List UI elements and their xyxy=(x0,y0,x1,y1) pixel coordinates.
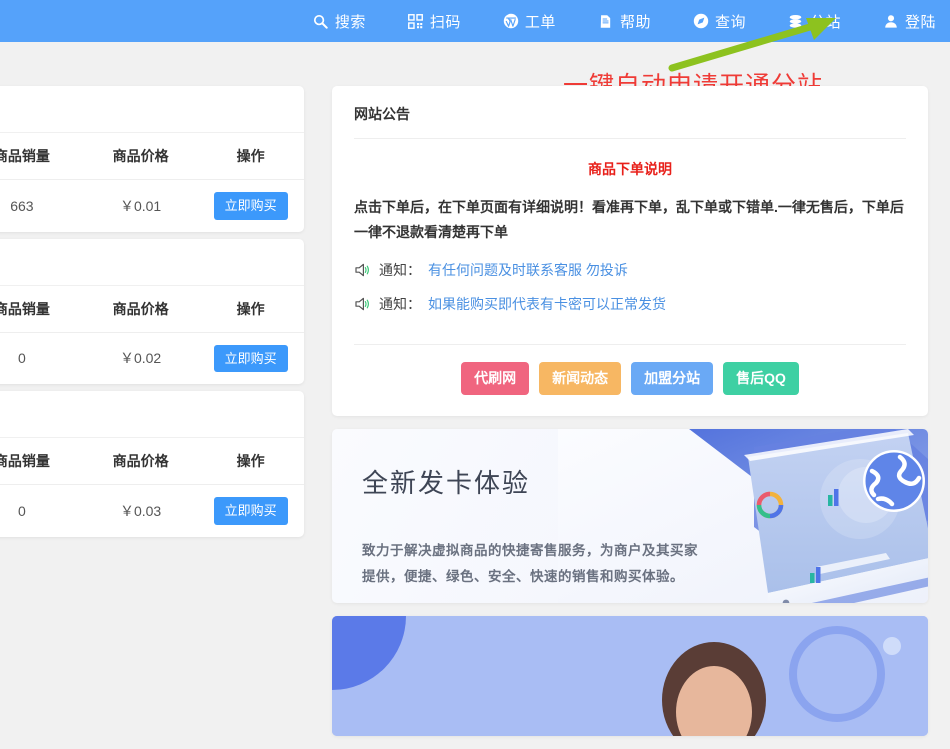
database-icon xyxy=(788,13,804,29)
cell-action: 立即购买 xyxy=(197,180,304,232)
nav-item-search[interactable]: 搜索 xyxy=(313,11,366,32)
cell-sales: 0 xyxy=(18,502,26,519)
notice-prefix: 通知： xyxy=(379,296,421,312)
column-header-sales: 商品销量 xyxy=(0,285,84,333)
table-header-row: 商品销量 商品价格 操作 xyxy=(0,438,304,486)
table-row: 0 ￥0.02 立即购买 xyxy=(0,332,304,384)
column-header-action: 操作 xyxy=(197,285,304,333)
nav-label-login: 登陆 xyxy=(904,13,936,31)
column-header-action: 操作 xyxy=(197,438,304,486)
column-header-price: 商品价格 xyxy=(83,285,198,333)
promo-banner-secondary[interactable] xyxy=(332,615,928,736)
person-illustration xyxy=(332,615,928,736)
cell-sales: 663 xyxy=(10,197,34,214)
column-header-sales: 商品销量 xyxy=(0,438,84,486)
top-navigation-bar: 搜索 扫码 工单 帮助 查询 分站 登陆 xyxy=(0,0,950,42)
table-row: 0 ￥0.03 立即购买 xyxy=(0,485,304,537)
search-icon xyxy=(313,13,329,29)
product-table: 商品销量 商品价格 操作 663 ￥0.01 立即购买 xyxy=(0,133,304,232)
compass-icon xyxy=(693,13,709,29)
column-header-price: 商品价格 xyxy=(83,133,198,180)
buy-now-button[interactable]: 立即购买 xyxy=(213,192,288,220)
nav-item-substation[interactable]: 分站 xyxy=(788,11,841,32)
product-card: 商品销量 商品价格 操作 663 ￥0.01 立即购买 xyxy=(0,86,304,232)
cell-action: 立即购买 xyxy=(197,485,304,537)
buy-now-button[interactable]: 立即购买 xyxy=(213,344,288,373)
notice-heading: 商品下单说明 xyxy=(588,161,672,177)
product-card-column: 商品销量 商品价格 操作 663 ￥0.01 立即购买 商品销量 商品价格 操作… xyxy=(0,86,304,544)
cell-price: ￥0.02 xyxy=(119,350,162,367)
nav-item-ticket[interactable]: 工单 xyxy=(503,11,556,32)
product-card: 商品销量 商品价格 操作 0 ￥0.02 立即购买 xyxy=(0,238,304,385)
nav-label-search: 搜索 xyxy=(334,13,366,31)
table-row: 663 ￥0.01 立即购买 xyxy=(0,180,304,232)
nav-label-substation: 分站 xyxy=(809,13,841,31)
product-card-header xyxy=(0,86,304,133)
column-header-sales: 商品销量 xyxy=(0,133,84,180)
banner-description-line1: 致力于解决虚拟商品的快捷寄售服务，为商户及其买家 xyxy=(362,542,698,558)
table-header-row: 商品销量 商品价格 操作 xyxy=(0,133,304,180)
banner-description-line2: 提供，便捷、绿色、安全、快速的销售和购买体验。 xyxy=(362,569,684,585)
table-header-row: 商品销量 商品价格 操作 xyxy=(0,285,304,333)
qrcode-icon xyxy=(408,13,424,29)
panel-title: 网站公告 xyxy=(354,106,410,122)
notice-link[interactable]: 如果能购买即代表有卡密可以正常发货 xyxy=(428,294,666,314)
nav-label-ticket: 工单 xyxy=(524,13,556,31)
nav-item-query[interactable]: 查询 xyxy=(693,11,746,32)
notice-button-row: 代刷网 新闻动态 加盟分站 售后QQ xyxy=(354,344,906,416)
nav-item-login[interactable]: 登陆 xyxy=(883,11,936,32)
notice-line: 通知： 如果能购买即代表有卡密可以正常发货 xyxy=(354,294,906,314)
cell-price: ￥0.03 xyxy=(119,502,162,519)
nav-item-help[interactable]: 帮助 xyxy=(598,11,651,32)
cell-action: 立即购买 xyxy=(197,332,304,384)
megaphone-icon xyxy=(354,296,372,312)
user-icon xyxy=(883,13,899,29)
notice-prefix: 通知： xyxy=(379,262,421,278)
buy-now-button[interactable]: 立即购买 xyxy=(213,497,288,525)
wordpress-circle-icon xyxy=(503,13,519,29)
product-table: 商品销量 商品价格 操作 0 ￥0.02 立即购买 xyxy=(0,285,304,385)
product-table: 商品销量 商品价格 操作 0 ￥0.03 立即购买 xyxy=(0,438,304,537)
site-notice-panel: 网站公告 商品下单说明 点击下单后，在下单页面有详细说明！看准再下单，乱下单或下… xyxy=(332,86,928,416)
product-card: 商品销量 商品价格 操作 0 ￥0.03 立即购买 xyxy=(0,391,304,537)
tag-button-news[interactable]: 新闻动态 xyxy=(539,362,622,395)
cell-sales: 0 xyxy=(18,350,26,367)
megaphone-icon xyxy=(354,262,372,278)
product-card-header xyxy=(0,391,304,439)
product-card-header xyxy=(0,239,304,286)
tag-button-support-qq[interactable]: 售后QQ xyxy=(723,362,799,395)
notice-link[interactable]: 有任何问题及时联系客服 勿投诉 xyxy=(428,260,628,280)
nav-label-scan: 扫码 xyxy=(429,13,461,31)
tag-button-daishuawang[interactable]: 代刷网 xyxy=(461,362,530,395)
banner-text-block: 全新发卡体验 致力于解决虚拟商品的快捷寄售服务，为商户及其买家 提供，便捷、绿色… xyxy=(362,463,698,591)
nav-label-query: 查询 xyxy=(714,13,746,31)
notice-body: 商品下单说明 点击下单后，在下单页面有详细说明！看准再下单，乱下单或下错单.一律… xyxy=(332,139,928,332)
cell-price: ￥0.01 xyxy=(119,197,162,214)
notice-line: 通知： 有任何问题及时联系客服 勿投诉 xyxy=(354,260,906,280)
column-header-action: 操作 xyxy=(197,133,304,180)
file-doc-icon xyxy=(598,13,614,29)
column-header-price: 商品价格 xyxy=(83,438,198,486)
notice-paragraph: 点击下单后，在下单页面有详细说明！看准再下单，乱下单或下错单.一律无售后，下单后… xyxy=(354,199,904,240)
main-content-column: 网站公告 商品下单说明 点击下单后，在下单页面有详细说明！看准再下单，乱下单或下… xyxy=(332,86,928,749)
banner-description: 致力于解决虚拟商品的快捷寄售服务，为商户及其买家 提供，便捷、绿色、安全、快速的… xyxy=(362,538,698,591)
tag-button-join-substation[interactable]: 加盟分站 xyxy=(631,362,714,395)
nav-label-help: 帮助 xyxy=(619,13,651,31)
banner-title: 全新发卡体验 xyxy=(362,467,531,498)
promo-banner[interactable]: 全新发卡体验 致力于解决虚拟商品的快捷寄售服务，为商户及其买家 提供，便捷、绿色… xyxy=(332,428,928,603)
nav-item-scan[interactable]: 扫码 xyxy=(408,11,461,32)
